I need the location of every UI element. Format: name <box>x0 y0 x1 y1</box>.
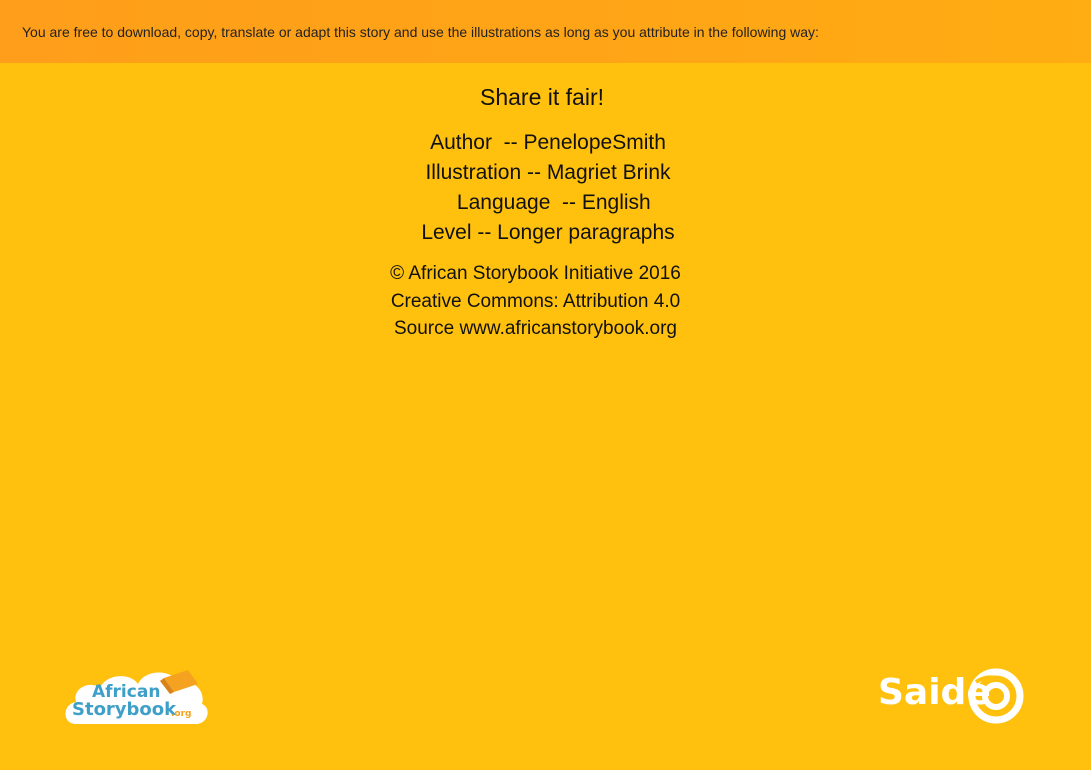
saide-logo: Saide <box>872 660 1032 732</box>
source-line: Source www.africanstorybook.org <box>393 318 677 339</box>
copyright-line: © African Storybook Initiative 2016 <box>390 263 681 284</box>
african-storybook-logo: African Storybook .org <box>60 654 210 732</box>
level-credit: Level -- Longer paragraphs <box>421 221 675 244</box>
banner-text: You are free to download, copy, translat… <box>22 24 819 40</box>
license-line: Creative Commons: Attribution 4.0 <box>390 291 681 312</box>
logo-line-org: .org <box>171 709 192 719</box>
author-credit: Author -- PenelopeSmith <box>430 131 666 154</box>
language-credit: Language -- English <box>445 191 651 214</box>
illustration-credit: Illustration -- Magriet Brink <box>425 161 671 184</box>
attribution-banner: You are free to download, copy, translat… <box>0 0 1091 63</box>
saide-swirl-icon <box>968 668 1024 724</box>
page-title: Share it fair! <box>480 84 604 110</box>
logo-line-storybook: Storybook <box>72 699 177 720</box>
